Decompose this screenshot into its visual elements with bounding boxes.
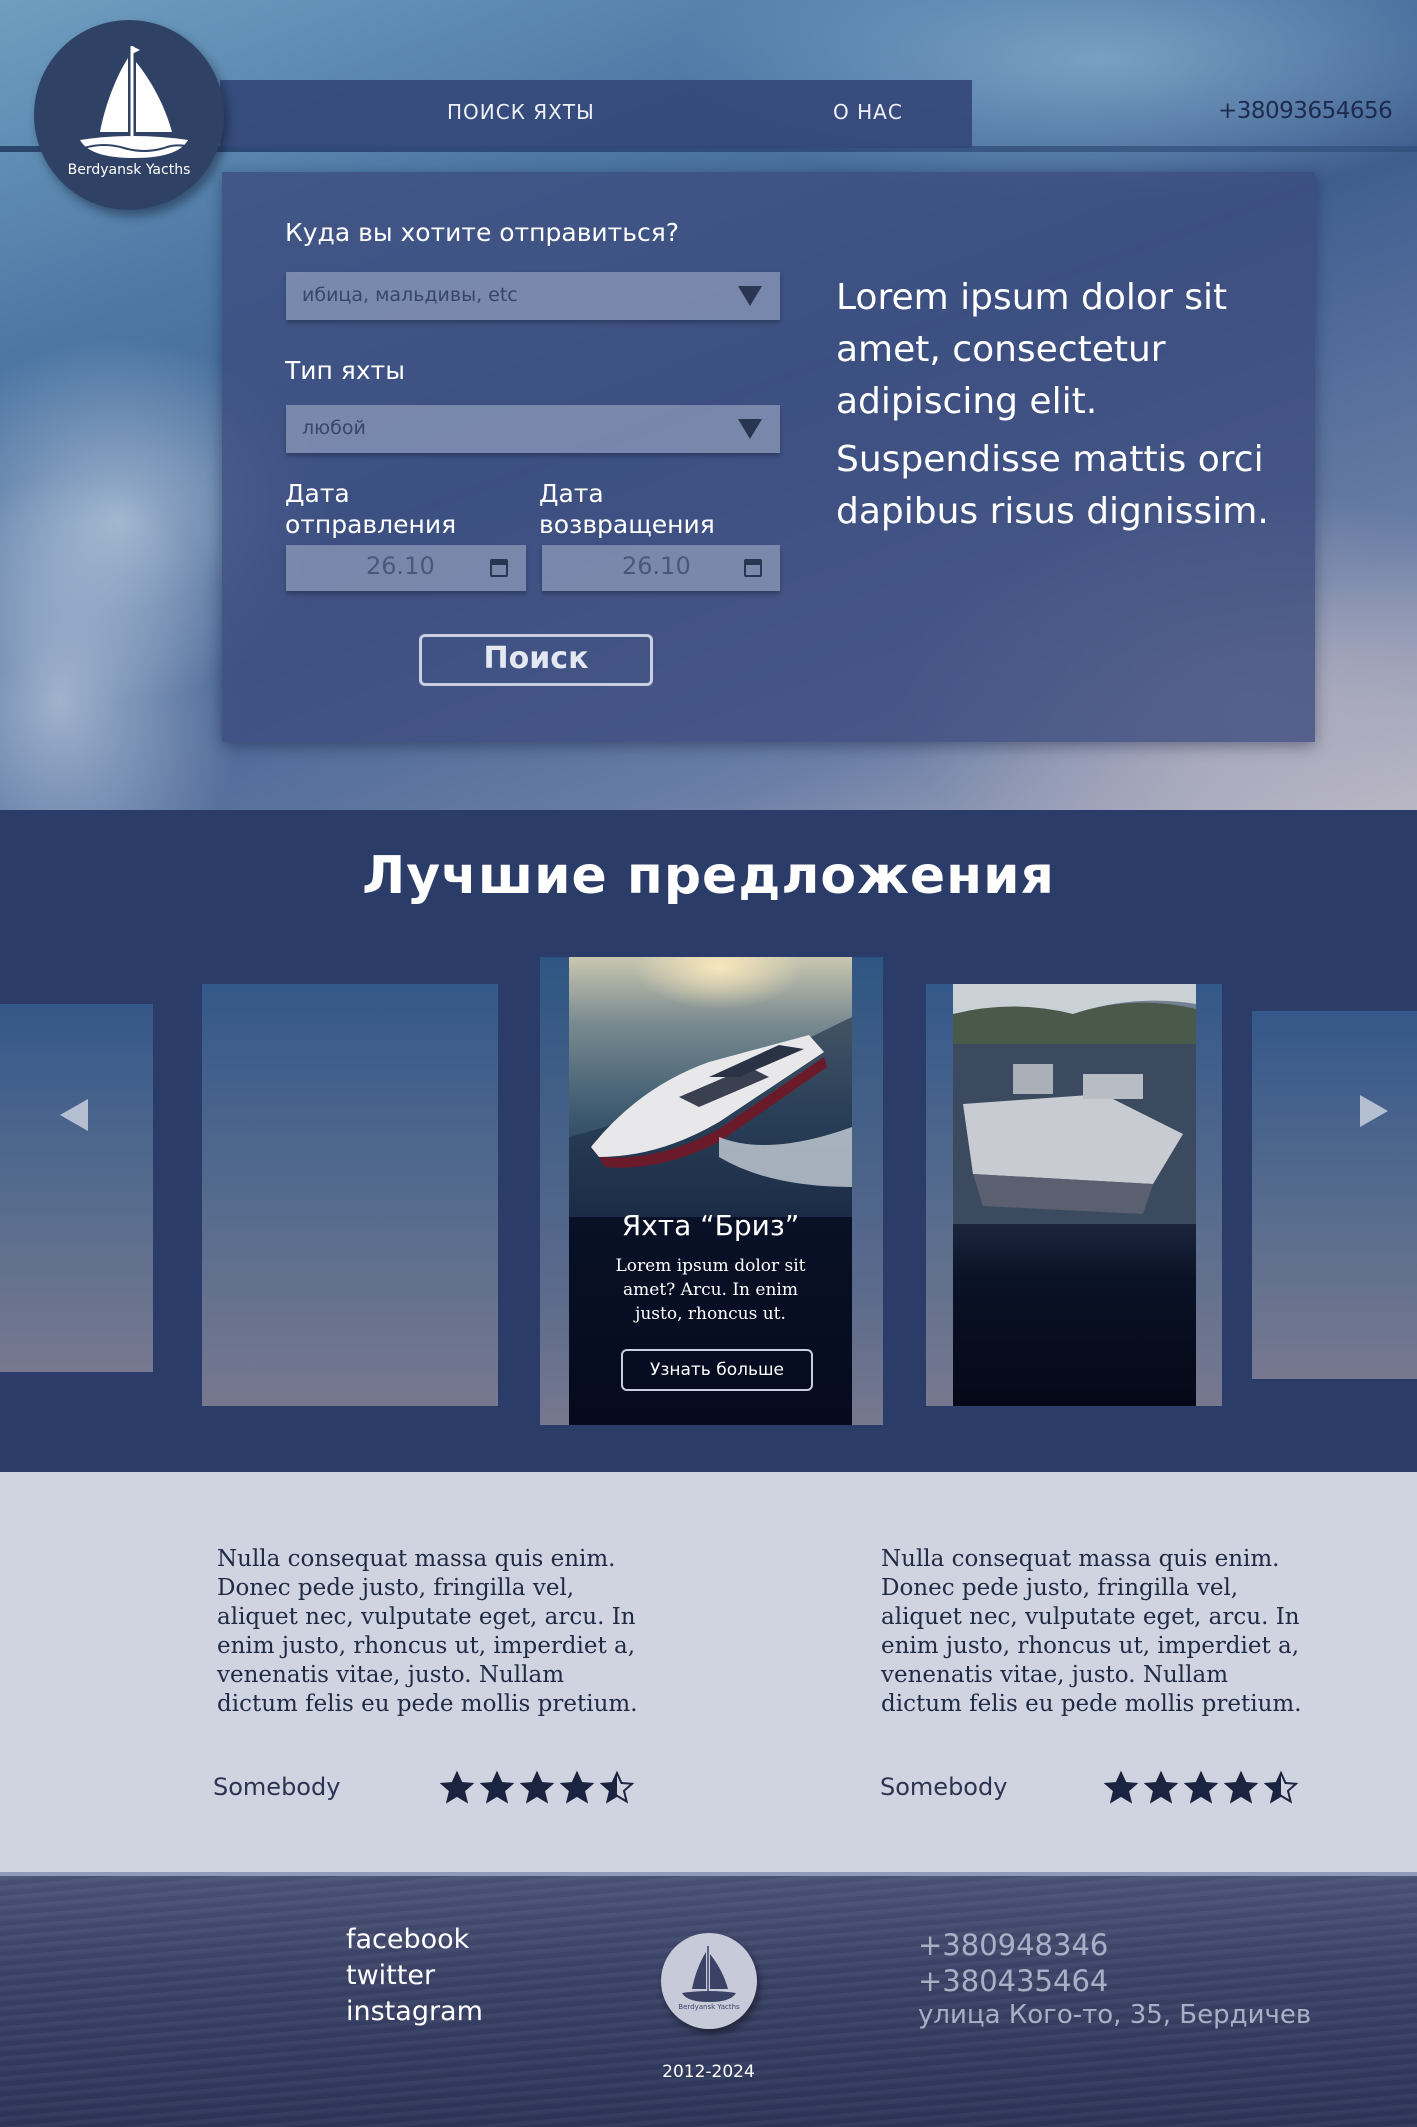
footer-phone-1[interactable]: +380948346 [918,1928,1108,1962]
return-date-input[interactable]: 26.10 [542,545,780,591]
star-icon [1224,1771,1258,1804]
footer: facebook twitter instagram Berdyansk Yac… [0,1872,1417,2127]
star-icon [1104,1771,1138,1804]
destination-label: Куда вы хотите отправиться? [285,218,680,247]
featured-title: Яхта “Бриз” [621,1209,800,1242]
hero-paragraph-1: Lorem ipsum dolor sit amet, consectetur … [836,277,1228,422]
calendar-icon [744,559,762,577]
calendar-icon [490,559,508,577]
footer-link-facebook[interactable]: facebook [346,1924,469,1955]
departure-date-input[interactable]: 26.10 [286,545,526,591]
yacht-photo [569,957,852,1217]
review-2-author: Somebody [880,1773,1008,1801]
star-icon [480,1771,514,1804]
hero-paragraph-2: Suspendisse mattis orci dapibus risus di… [836,439,1269,532]
offer-card-far-right[interactable] [1252,1011,1417,1379]
offer-card-left[interactable] [202,984,498,1406]
learn-more-button[interactable]: Узнать больше [621,1349,813,1391]
destination-select[interactable]: ибица, мальдивы, etc [286,272,780,320]
star-icon [560,1771,594,1804]
star-icon [1264,1771,1298,1804]
footer-phone-2[interactable]: +380435464 [918,1964,1108,1998]
footer-logo-text: Berdyansk Yacths [678,2003,740,2011]
yacht-image-icon [569,1017,852,1217]
review-1-rating [440,1771,634,1805]
star-icon [600,1771,634,1804]
logo-text: Berdyansk Yacths [67,162,191,178]
footer-link-instagram[interactable]: instagram [346,1996,483,2027]
arrow-left-icon[interactable] [60,1099,88,1131]
return-label: Дата возвращения [539,479,715,539]
sailboat-icon [682,1946,736,2002]
yacht-type-select[interactable]: любой [286,405,780,453]
offer-card-right[interactable] [953,984,1196,1406]
logo[interactable]: Berdyansk Yacths [34,20,224,210]
footer-logo[interactable]: Berdyansk Yacths [661,1933,757,2029]
review-2-text: Nulla consequat massa quis enim. Donec p… [881,1546,1302,1717]
star-icon [440,1771,474,1804]
nav-search-yacht[interactable]: ПОИСК ЯХТЫ [447,100,595,124]
return-value: 26.10 [622,552,691,580]
departure-label: Дата отправления [285,479,457,539]
star-icon [520,1771,554,1804]
footer-address: улица Кого-то, 35, Бердичев [918,2000,1312,2030]
featured-description: Lorem ipsum dolor sit amet? Arcu. In eni… [615,1256,806,1324]
hero-text: Lorem ipsum dolor sit amet, consectetur … [836,272,1296,538]
arrow-right-icon[interactable] [1360,1095,1388,1127]
nav-about[interactable]: О НАС [833,100,903,124]
offers-title: Лучшие предложения [362,846,1055,906]
offer-card-far-left[interactable] [0,1004,153,1372]
star-icon [1184,1771,1218,1804]
sailboat-icon [80,46,188,158]
destination-value: ибица, мальдивы, etc [302,284,518,306]
yacht-type-label: Тип яхты [285,356,405,385]
footer-link-twitter[interactable]: twitter [346,1960,435,1991]
featured-offer-card[interactable]: Яхта “Бриз” Lorem ipsum dolor sit amet? … [569,957,852,1425]
review-1-author: Somebody [213,1773,341,1801]
triangle-down-icon [738,286,762,306]
yacht-type-value: любой [302,417,366,439]
review-1-text: Nulla consequat massa quis enim. Donec p… [217,1546,638,1717]
star-icon [1144,1771,1178,1804]
triangle-down-icon [738,419,762,439]
harbor-photo [953,984,1196,1224]
departure-value: 26.10 [366,552,435,580]
review-2-rating [1104,1771,1298,1805]
search-button[interactable]: Поиск [419,634,653,686]
footer-years: 2012-2024 [662,2062,755,2082]
header-phone[interactable]: +38093654656 [1218,98,1393,124]
